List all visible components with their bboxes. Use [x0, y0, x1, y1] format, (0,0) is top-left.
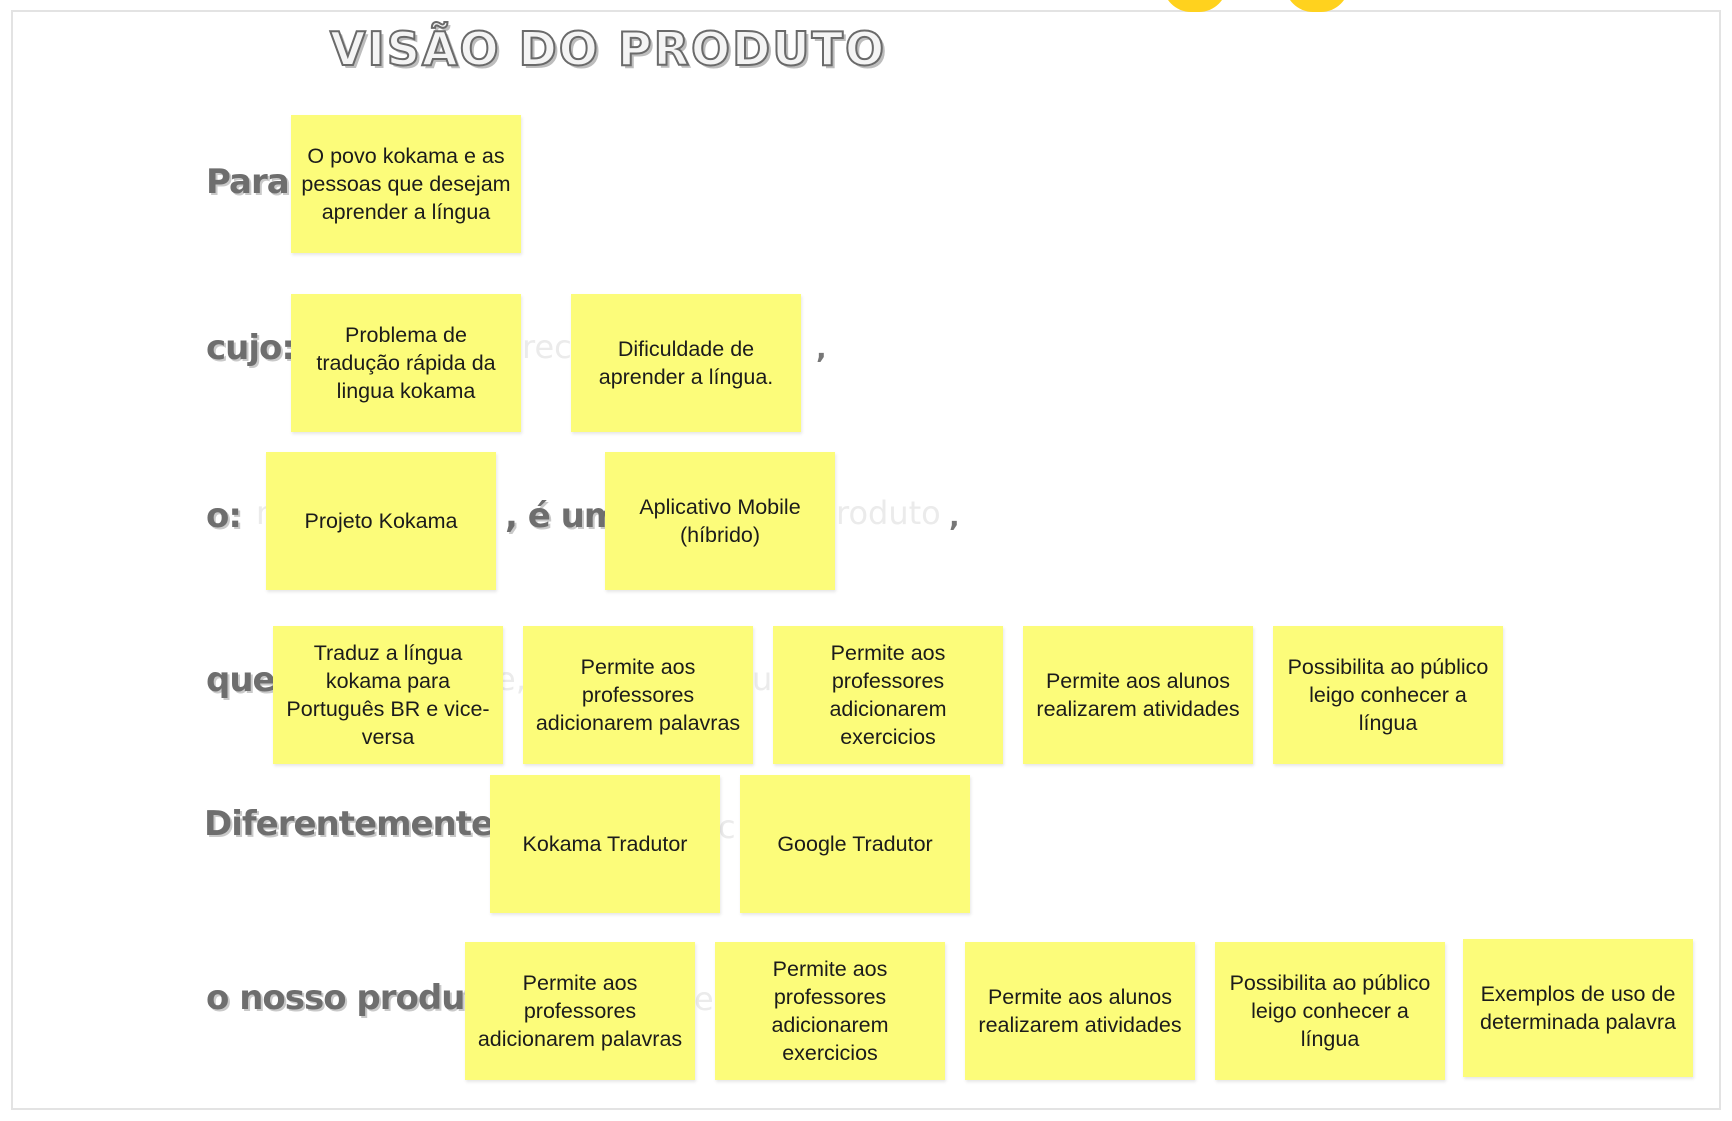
- sticky-note-cujo-2[interactable]: Dificuldade de aprender a língua.: [571, 294, 801, 432]
- sticky-note-nosso-4[interactable]: Possibilita ao público leigo conhecer a …: [1215, 942, 1445, 1080]
- sticky-note-o-1[interactable]: Projeto Kokama: [266, 452, 496, 590]
- sticky-note-que-1[interactable]: Traduz a língua kokama para Português BR…: [273, 626, 503, 764]
- sticky-note-que-2[interactable]: Permite aos professores adicionarem pala…: [523, 626, 753, 764]
- sticky-note-competitor-1[interactable]: Kokama Tradutor: [490, 775, 720, 913]
- separator-comma: ,: [949, 500, 960, 533]
- sticky-note-que-5[interactable]: Possibilita ao público leigo conhecer a …: [1273, 626, 1503, 764]
- placeholder-ghost-text: rec: [522, 328, 572, 366]
- sticky-note-para-1[interactable]: O povo kokama e as pessoas que desejam a…: [291, 115, 521, 253]
- label-o: o:: [206, 496, 242, 536]
- placeholder-ghost-text: e: [694, 980, 714, 1018]
- placeholder-ghost-text: roduto: [836, 494, 941, 532]
- sticky-note-nosso-2[interactable]: Permite aos professores adicionarem exer…: [715, 942, 945, 1080]
- placeholder-ghost-text: c: [718, 808, 736, 846]
- placeholder-ghost-text: u: [752, 660, 773, 698]
- sticky-note-cujo-1[interactable]: Problema de tradução rápida da lingua ko…: [291, 294, 521, 432]
- sticky-note-competitor-2[interactable]: Google Tradutor: [740, 775, 970, 913]
- sticky-note-e-um-1[interactable]: Aplicativo Mobile (híbrido): [605, 452, 835, 590]
- label-cujo: cujo:: [206, 328, 295, 368]
- sticky-note-nosso-3[interactable]: Permite aos alunos realizarem atividades: [965, 942, 1195, 1080]
- board-title: VISÃO DO PRODUTO: [329, 21, 887, 77]
- sticky-note-que-3[interactable]: Permite aos professores adicionarem exer…: [773, 626, 1003, 764]
- sticky-note-nosso-5[interactable]: Exemplos de uso de determinada palavra: [1463, 939, 1693, 1077]
- sticky-note-que-4[interactable]: Permite aos alunos realizarem atividades: [1023, 626, 1253, 764]
- separator-comma: ,: [816, 332, 827, 365]
- label-para: Para:: [206, 162, 302, 202]
- sticky-note-nosso-1[interactable]: Permite aos professores adicionarem pala…: [465, 942, 695, 1080]
